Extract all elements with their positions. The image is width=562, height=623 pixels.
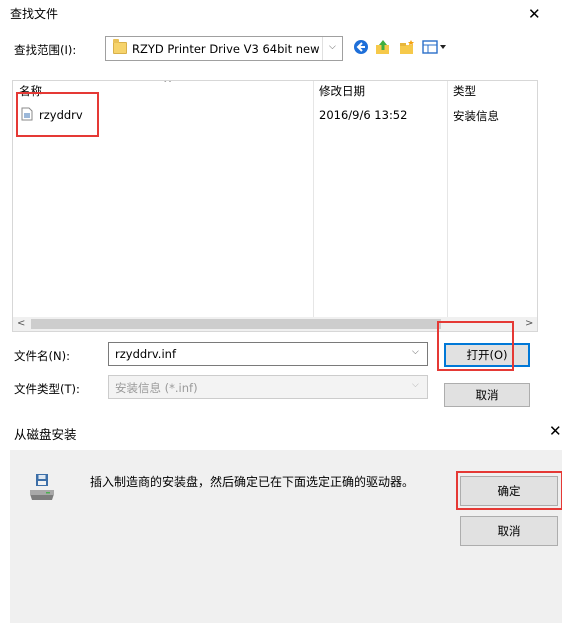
- close-icon[interactable]: ✕: [549, 424, 562, 439]
- file-modified-cell: 2016/9/6 13:52: [319, 108, 408, 122]
- dialog-title: 查找文件: [10, 7, 59, 21]
- folder-icon: [113, 39, 127, 54]
- chevron-down-icon: ⌵: [412, 380, 419, 390]
- ok-button-highlight-box: [456, 471, 562, 510]
- open-button-highlight-box: [437, 321, 514, 371]
- file-type-cell: 安装信息: [453, 109, 499, 123]
- sort-up-icon: ^: [163, 80, 173, 90]
- filetype-value: 安装信息 (*.inf): [115, 381, 198, 395]
- look-in-dropdown[interactable]: RZYD Printer Drive V3 64bit new ⌵: [105, 36, 343, 61]
- filename-input[interactable]: rzyddrv.inf ⌵: [108, 342, 428, 366]
- filename-label: 文件名(N):: [14, 349, 70, 363]
- back-icon[interactable]: [352, 38, 370, 56]
- dialog-title: 从磁盘安装: [14, 427, 77, 442]
- file-highlight-box: [16, 92, 99, 137]
- column-header-modified[interactable]: 修改日期: [319, 83, 365, 99]
- close-icon[interactable]: ✕: [528, 7, 541, 22]
- cancel-button[interactable]: 取消: [444, 383, 530, 407]
- cancel-button[interactable]: 取消: [460, 516, 558, 546]
- floppy-disk-drive-icon: [28, 472, 56, 502]
- chevron-down-icon: ⌵: [329, 42, 336, 52]
- install-from-disk-dialog: 从磁盘安装 ✕ 插入制造商的安装盘，然后确定已在下面选定正确的驱动器。 确定 取…: [0, 416, 562, 623]
- view-menu-icon[interactable]: [422, 38, 448, 56]
- scroll-right-icon[interactable]: >: [525, 317, 533, 331]
- look-in-value: RZYD Printer Drive V3 64bit new: [132, 42, 320, 56]
- look-in-label: 查找范围(I):: [14, 43, 77, 57]
- filetype-dropdown[interactable]: 安装信息 (*.inf) ⌵: [108, 375, 428, 399]
- up-folder-icon[interactable]: [374, 38, 392, 56]
- filetype-label: 文件类型(T):: [14, 382, 80, 396]
- filename-value: rzyddrv.inf: [115, 347, 176, 361]
- instruction-message: 插入制造商的安装盘，然后确定已在下面选定正确的驱动器。: [90, 475, 415, 489]
- chevron-down-icon[interactable]: ⌵: [412, 347, 419, 357]
- new-folder-icon[interactable]: [398, 38, 416, 56]
- open-file-dialog: 查找文件 ✕ 查找范围(I): RZYD Printer Drive V3 64…: [0, 0, 562, 416]
- scroll-left-icon[interactable]: <: [17, 317, 25, 331]
- scrollbar-thumb[interactable]: [31, 319, 441, 329]
- dialog-body: 插入制造商的安装盘，然后确定已在下面选定正确的驱动器。 确定 取消: [10, 450, 562, 623]
- column-header-type[interactable]: 类型: [453, 83, 476, 99]
